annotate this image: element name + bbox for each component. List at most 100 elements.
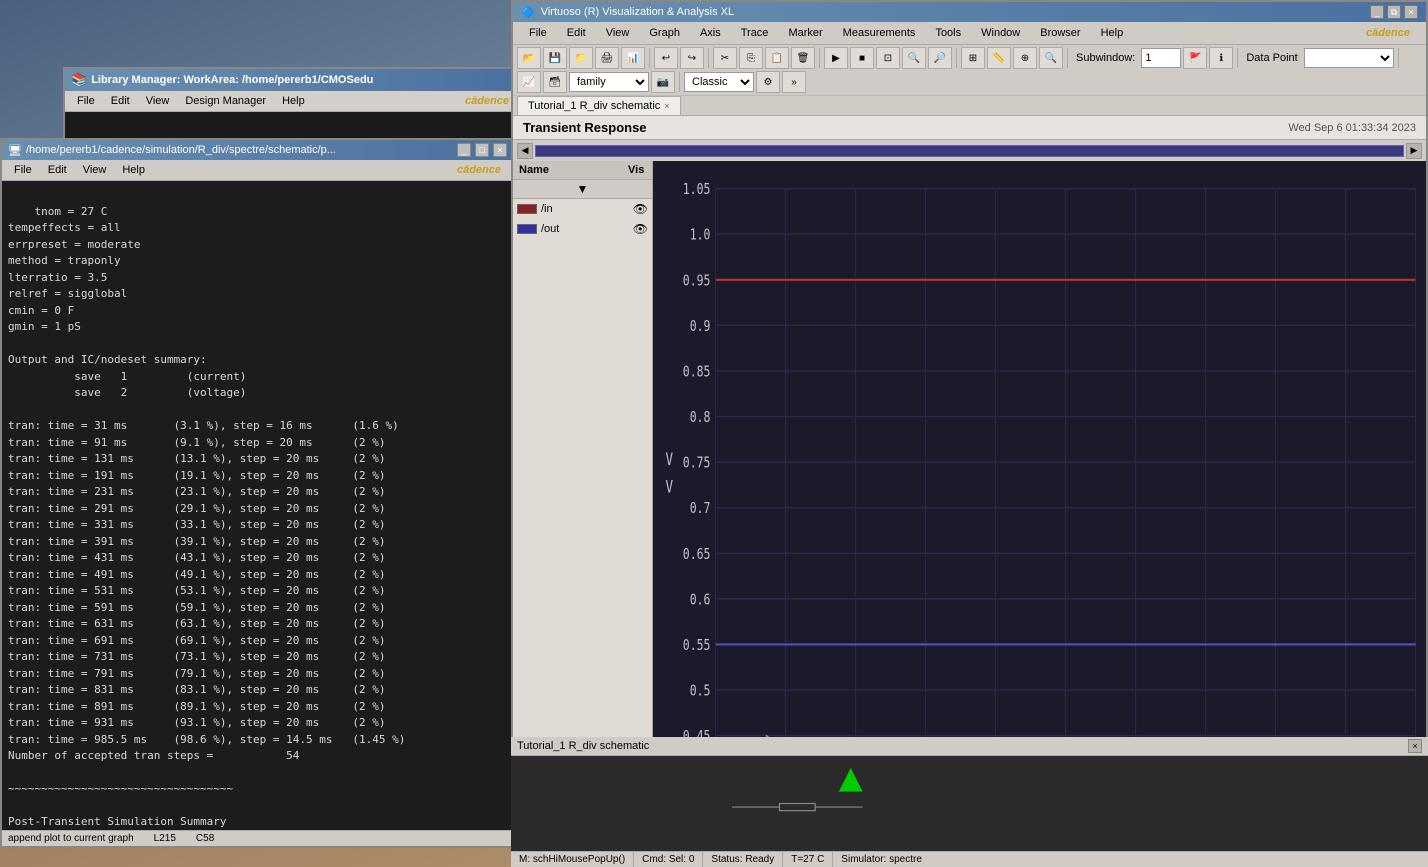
tb-sep8: [679, 72, 680, 92]
virt-menu-edit[interactable]: Edit: [557, 24, 596, 42]
tb-delete-btn[interactable]: 🗑: [791, 47, 815, 69]
tb-zoom-out-btn[interactable]: 🔎: [928, 47, 952, 69]
tb-snapshot-btn[interactable]: 📷: [651, 71, 675, 93]
term-menu-view[interactable]: View: [75, 162, 115, 178]
virt-menu-window[interactable]: Window: [971, 24, 1030, 42]
subwindow-input[interactable]: [1141, 48, 1181, 68]
family-select[interactable]: family: [569, 72, 649, 92]
tb-play-btn[interactable]: ▶: [824, 47, 848, 69]
virtuoso-toolbar1: 📂 💾 📁 🖨 📊 ↩ ↪ ✂ ⎘ 📋 🗑 ▶ ■ ⊡ 🔍 🔎 ⊞ 📏 ⊕ 🔍 …: [513, 45, 1426, 96]
tb-stop-btn[interactable]: ■: [850, 47, 874, 69]
nav-slider[interactable]: [535, 145, 1404, 157]
terminal-minimize-btn[interactable]: _: [457, 143, 471, 157]
tb-table-btn[interactable]: 🗃: [543, 71, 567, 93]
tb-settings-btn[interactable]: ⚙: [756, 71, 780, 93]
term-menu-help[interactable]: Help: [114, 162, 153, 178]
tb-print-btn[interactable]: 🖨: [595, 47, 619, 69]
sch-close-btn[interactable]: ×: [1408, 739, 1422, 753]
trace-vis-in[interactable]: 👁: [633, 202, 648, 216]
virt-menu-file[interactable]: File: [519, 24, 557, 42]
data-point-select[interactable]: [1304, 48, 1394, 68]
tb-flag-btn[interactable]: 🚩: [1183, 47, 1207, 69]
svg-text:0.7: 0.7: [690, 500, 711, 518]
trace-col-name: Name: [513, 161, 622, 179]
term-menu-file[interactable]: File: [6, 162, 40, 178]
plot-title: Transient Response: [523, 120, 647, 135]
svg-text:0.9: 0.9: [690, 317, 711, 335]
lib-menu-view[interactable]: View: [138, 93, 178, 109]
lib-manager-icon: 📚: [71, 72, 87, 88]
tb-sep7: [1398, 48, 1399, 68]
tb-undo-btn[interactable]: ↩: [654, 47, 678, 69]
virtuoso-restore-btn[interactable]: ⧉: [1387, 5, 1401, 19]
lib-menu-edit[interactable]: Edit: [103, 93, 138, 109]
plot-tab[interactable]: Tutorial_1 R_div schematic ×: [517, 96, 681, 115]
tb-grid-btn[interactable]: ⊞: [961, 47, 985, 69]
lib-menu-design-manager[interactable]: Design Manager: [177, 93, 274, 109]
sch-status-temp: T=27 C: [783, 852, 833, 867]
virt-menu-graph[interactable]: Graph: [639, 24, 690, 42]
lib-menu-file[interactable]: File: [69, 93, 103, 109]
virt-menu-measurements[interactable]: Measurements: [833, 24, 926, 42]
tb-save-btn[interactable]: 💾: [543, 47, 567, 69]
virtuoso-close-btn[interactable]: ×: [1404, 5, 1418, 19]
terminal-maximize-btn[interactable]: □: [475, 143, 489, 157]
tb-open2-btn[interactable]: 📁: [569, 47, 593, 69]
data-point-label: Data Point: [1242, 52, 1301, 64]
tb-paste-btn[interactable]: 📋: [765, 47, 789, 69]
svg-text:0.95: 0.95: [683, 272, 711, 290]
nav-right-btn[interactable]: ▶: [1406, 143, 1422, 159]
schematic-svg: [511, 756, 1428, 851]
plot-navigator: ◀ ▶: [513, 139, 1426, 161]
trace-item-out[interactable]: /out 👁: [513, 219, 652, 239]
svg-text:V: V: [666, 450, 674, 469]
trace-vis-out[interactable]: 👁: [633, 222, 648, 236]
svg-text:0.65: 0.65: [683, 545, 711, 563]
classic-select[interactable]: Classic: [684, 72, 754, 92]
tb-ruler-btn[interactable]: 📏: [987, 47, 1011, 69]
virt-menu-tools[interactable]: Tools: [925, 24, 971, 42]
tb-info-btn[interactable]: ℹ: [1209, 47, 1233, 69]
nav-left-btn[interactable]: ◀: [517, 143, 533, 159]
tb-redo-btn[interactable]: ↪: [680, 47, 704, 69]
plot-tab-label: Tutorial_1 R_div schematic: [528, 100, 660, 112]
tb-cursor-btn[interactable]: ⊕: [1013, 47, 1037, 69]
lib-menu-help[interactable]: Help: [274, 93, 313, 109]
svg-text:0.75: 0.75: [683, 454, 711, 472]
tb-chart-btn[interactable]: 📊: [621, 47, 645, 69]
virt-menu-view[interactable]: View: [596, 24, 640, 42]
filter-icon: ▼: [577, 182, 589, 196]
tb-copy-btn[interactable]: ⎘: [739, 47, 763, 69]
tb-open-btn[interactable]: 📂: [517, 47, 541, 69]
lib-manager-title: Library Manager: WorkArea: /home/pererb1…: [91, 74, 373, 86]
tb-search-btn[interactable]: 🔍: [1039, 47, 1063, 69]
tb-more-btn[interactable]: »: [782, 71, 806, 93]
graph-canvas[interactable]: 1.05 1.0 0.95 0.9 0.85 0.8 0.75 0.7 0.65…: [653, 161, 1426, 824]
trace-item-in[interactable]: /in 👁: [513, 199, 652, 219]
virtuoso-minimize-btn[interactable]: _: [1370, 5, 1384, 19]
virt-menu-help[interactable]: Help: [1091, 24, 1134, 42]
trace-panel: Name Vis ▼ /in 👁 /out 👁: [513, 161, 653, 824]
tb-sep2: [708, 48, 709, 68]
svg-text:0.5: 0.5: [690, 682, 711, 700]
tb-sep5: [1067, 48, 1068, 68]
terminal-close-btn[interactable]: ×: [493, 143, 507, 157]
tb-zoom-in-btn[interactable]: 🔍: [902, 47, 926, 69]
term-cadence-brand: cādence: [449, 162, 509, 178]
virt-menu-axis[interactable]: Axis: [690, 24, 731, 42]
tb-bar-chart-btn[interactable]: 📈: [517, 71, 541, 93]
plot-body: Name Vis ▼ /in 👁 /out 👁: [513, 161, 1426, 824]
tb-sep1: [649, 48, 650, 68]
plot-tab-close[interactable]: ×: [664, 101, 669, 111]
schematic-body: [511, 756, 1428, 851]
virt-menu-browser[interactable]: Browser: [1030, 24, 1090, 42]
terminal-win-controls: _ □ ×: [457, 143, 507, 157]
tb-cut-btn[interactable]: ✂: [713, 47, 737, 69]
virt-menu-trace[interactable]: Trace: [731, 24, 779, 42]
svg-text:0.8: 0.8: [690, 409, 711, 427]
virt-menu-marker[interactable]: Marker: [778, 24, 832, 42]
terminal-statusbar: append plot to current graph L215 C58: [2, 830, 513, 846]
term-menu-edit[interactable]: Edit: [40, 162, 75, 178]
tb-zoom-fit-btn[interactable]: ⊡: [876, 47, 900, 69]
schematic-statusbar: M: schHiMousePopUp() Cmd: Sel: 0 Status:…: [511, 851, 1428, 867]
